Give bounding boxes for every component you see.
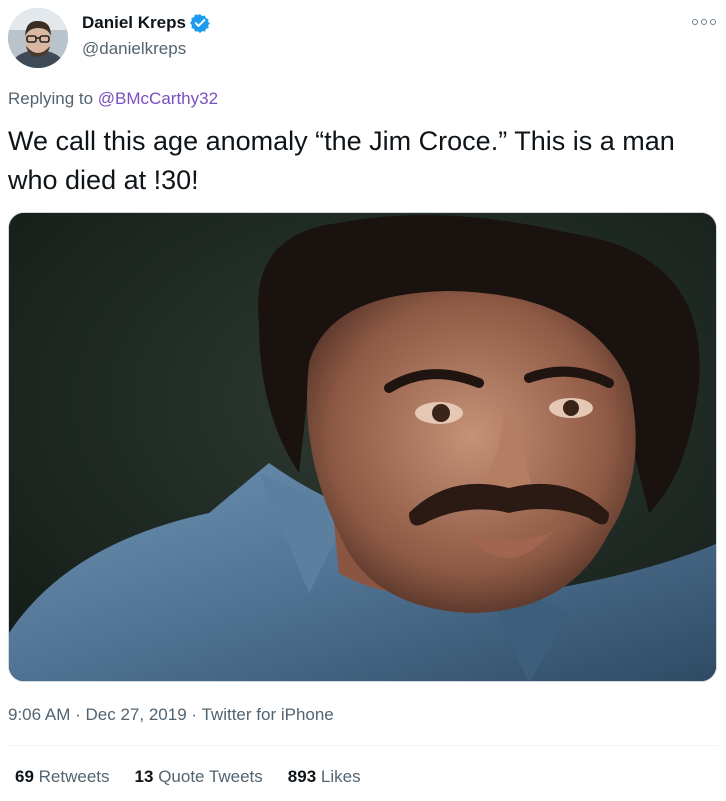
quote-tweets-stat[interactable]: 13 Quote Tweets bbox=[135, 767, 263, 787]
reply-mention-link[interactable]: @BMcCarthy32 bbox=[98, 89, 218, 108]
divider bbox=[8, 745, 718, 746]
likes-count: 893 bbox=[287, 767, 317, 786]
retweets-count: 69 bbox=[15, 767, 34, 786]
retweets-stat[interactable]: 69 Retweets bbox=[15, 767, 110, 787]
retweets-label: Retweets bbox=[38, 767, 110, 786]
verified-badge-icon bbox=[189, 13, 210, 33]
tweet-text: We call this age anomaly “the Jim Croce.… bbox=[8, 126, 675, 195]
portrait-photo-icon bbox=[9, 213, 716, 681]
author-name-row[interactable]: Daniel Kreps bbox=[82, 13, 210, 33]
quote-tweets-label: Quote Tweets bbox=[158, 767, 263, 786]
replying-to: Replying to @BMcCarthy32 bbox=[8, 89, 218, 109]
tweet-source[interactable]: Twitter for iPhone bbox=[201, 705, 333, 724]
avatar[interactable] bbox=[8, 8, 68, 68]
tweet-date[interactable]: Dec 27, 2019 bbox=[86, 705, 187, 724]
meta-separator: · bbox=[191, 705, 198, 724]
likes-stat[interactable]: 893 Likes bbox=[288, 767, 361, 787]
quote-tweets-count: 13 bbox=[134, 767, 154, 786]
display-name[interactable]: Daniel Kreps bbox=[82, 13, 186, 33]
tweet-meta: 9:06 AM · Dec 27, 2019 · Twitter for iPh… bbox=[8, 705, 334, 725]
tweet-time[interactable]: 9:06 AM bbox=[8, 705, 70, 724]
user-avatar-icon bbox=[8, 8, 68, 68]
user-handle[interactable]: @danielkreps bbox=[82, 39, 186, 59]
engagement-stats: 69 Retweets 13 Quote Tweets 893 Likes bbox=[15, 767, 386, 787]
meta-separator: · bbox=[75, 705, 81, 724]
likes-label: Likes bbox=[320, 767, 361, 786]
replying-prefix: Replying to bbox=[8, 89, 94, 108]
more-options-icon[interactable] bbox=[692, 14, 716, 30]
tweet-photo[interactable] bbox=[8, 212, 717, 682]
